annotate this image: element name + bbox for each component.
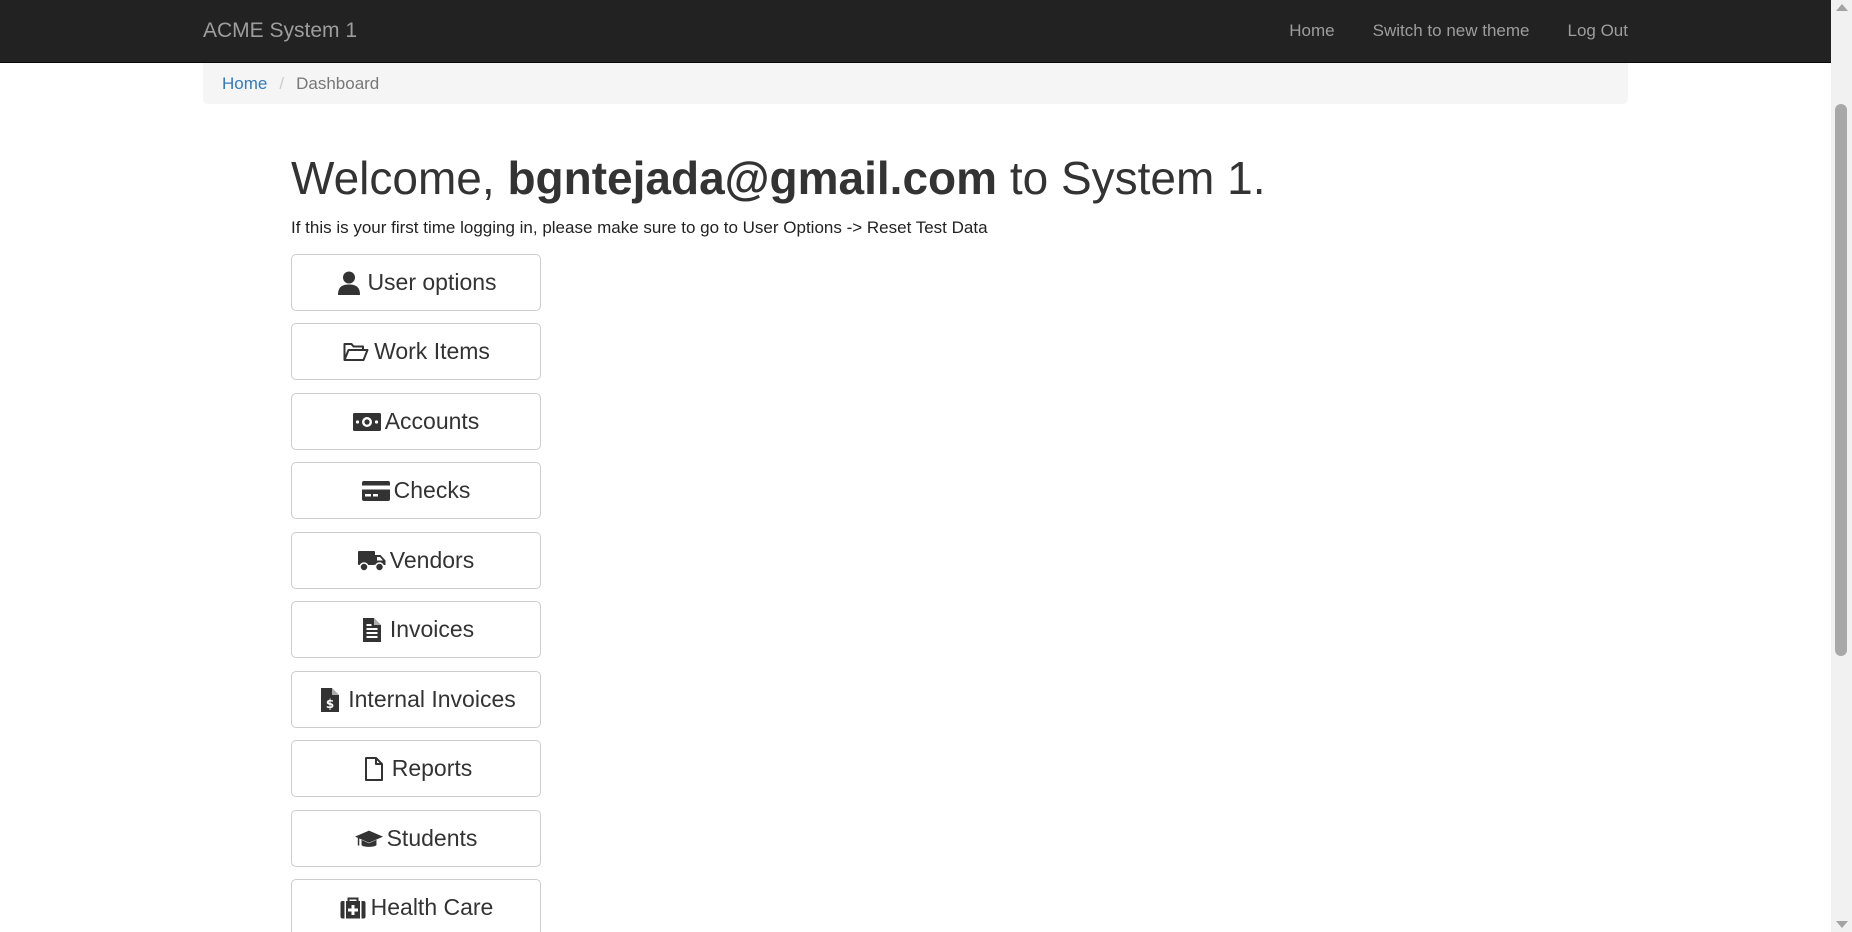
breadcrumb-home-link[interactable]: Home — [222, 74, 267, 94]
file-text-icon — [358, 617, 386, 643]
button-label: Health Care — [370, 894, 494, 920]
button-label: Work Items — [374, 338, 490, 364]
viewport: ACME System 1 Home Switch to new theme L… — [0, 0, 1852, 932]
invoices-button[interactable]: Invoices — [291, 601, 541, 658]
credit-card-icon — [361, 478, 390, 504]
students-button[interactable]: Students — [291, 810, 541, 867]
welcome-suffix: to System 1. — [997, 152, 1266, 204]
breadcrumb-current: Dashboard — [296, 73, 380, 93]
nav-home-link[interactable]: Home — [1289, 21, 1334, 41]
first-login-notice: If this is your first time logging in, p… — [291, 218, 988, 237]
welcome-user: bgntejada@gmail.com — [507, 152, 998, 204]
page-title: Welcome, bgntejada@gmail.com to System 1… — [291, 146, 1591, 210]
medkit-icon — [339, 895, 367, 921]
nav-logout-link[interactable]: Log Out — [1568, 21, 1629, 41]
user-icon — [335, 270, 363, 296]
main-content: Welcome, bgntejada@gmail.com to System 1… — [291, 146, 1591, 932]
breadcrumb-separator: / — [279, 73, 285, 93]
welcome-prefix: Welcome, — [291, 152, 508, 204]
health-care-button[interactable]: Health Care — [291, 879, 541, 932]
top-navbar: ACME System 1 Home Switch to new theme L… — [0, 0, 1831, 63]
file-invoice-dollar-icon: $ — [316, 687, 344, 713]
vertical-scrollbar[interactable] — [1831, 0, 1852, 932]
nav-switch-theme-link[interactable]: Switch to new theme — [1373, 21, 1530, 41]
nav-links: Home Switch to new theme Log Out — [1251, 0, 1628, 62]
truck-icon — [357, 548, 386, 574]
button-label: Accounts — [384, 408, 480, 434]
graduation-cap-icon — [354, 826, 383, 852]
brand-link[interactable]: ACME System 1 — [203, 0, 357, 62]
breadcrumb: Home / Dashboard — [203, 63, 1628, 104]
scroll-thumb[interactable] — [1835, 104, 1847, 656]
work-items-button[interactable]: Work Items — [291, 323, 541, 380]
svg-text:$: $ — [326, 697, 334, 711]
money-icon — [352, 409, 381, 435]
reports-button[interactable]: Reports — [291, 740, 541, 797]
button-label: Internal Invoices — [348, 686, 516, 712]
button-label: Reports — [391, 755, 473, 781]
internal-invoices-button[interactable]: $ Internal Invoices — [291, 671, 541, 728]
user-options-button[interactable]: User options — [291, 254, 541, 311]
button-label: User options — [367, 269, 497, 295]
vendors-button[interactable]: Vendors — [291, 532, 541, 589]
button-label: Invoices — [389, 616, 475, 642]
button-label: Vendors — [389, 547, 475, 573]
folder-open-icon — [342, 339, 370, 365]
button-label: Students — [386, 825, 478, 851]
button-label: Checks — [393, 477, 471, 503]
scroll-down-icon[interactable] — [1836, 921, 1848, 928]
file-icon — [360, 756, 388, 782]
checks-button[interactable]: Checks — [291, 462, 541, 519]
scroll-up-icon[interactable] — [1836, 4, 1848, 11]
accounts-button[interactable]: Accounts — [291, 393, 541, 450]
